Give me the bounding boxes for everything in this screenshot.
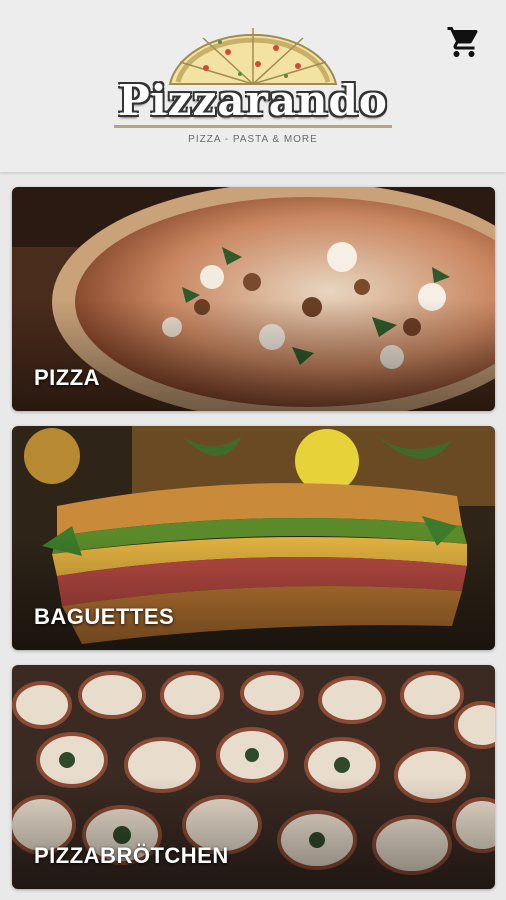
category-label: BAGUETTES	[34, 604, 175, 629]
category-card-pizzabroetchen[interactable]: PIZZABRÖTCHEN	[12, 665, 495, 889]
category-card-pizza[interactable]: PIZZA	[12, 187, 495, 411]
app-header: Pizzarando PIZZA - PASTA & MORE	[0, 0, 506, 172]
logo-wordmark: Pizzarando	[118, 76, 388, 125]
category-card-baguettes[interactable]: BAGUETTES	[12, 426, 495, 650]
category-label: PIZZA	[34, 365, 101, 390]
category-label: PIZZABRÖTCHEN	[34, 843, 229, 868]
logo-underline	[114, 125, 392, 128]
logo-tagline: PIZZA - PASTA & MORE	[188, 134, 318, 145]
pizzarando-logo: Pizzarando PIZZA - PASTA & MORE	[108, 24, 398, 154]
shopping-cart-icon	[447, 27, 478, 57]
shopping-cart-button[interactable]	[446, 24, 482, 60]
